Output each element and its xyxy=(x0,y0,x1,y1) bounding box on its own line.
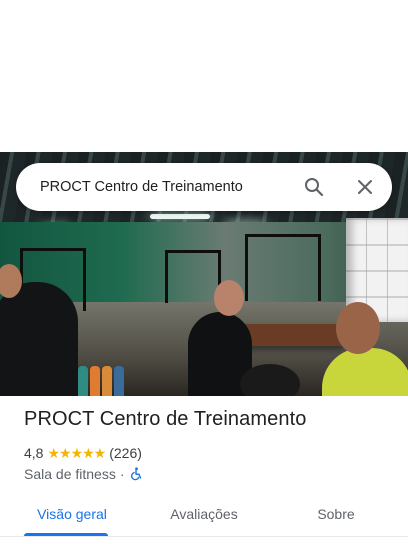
photo-person-head xyxy=(214,280,244,316)
search-bar[interactable]: PROCT Centro de Treinamento xyxy=(16,163,392,211)
search-icon[interactable] xyxy=(302,175,326,199)
category-row: Sala de fitness · xyxy=(24,465,143,483)
separator-dot: · xyxy=(119,466,125,482)
photo-table xyxy=(240,324,344,346)
place-title: PROCT Centro de Treinamento xyxy=(24,408,307,430)
tabs-divider xyxy=(0,536,408,537)
close-icon[interactable] xyxy=(353,175,377,199)
review-count[interactable]: (226) xyxy=(109,445,142,461)
tab-visao-geral[interactable]: Visão geral xyxy=(24,496,120,536)
star-rating-icon: ★★★★★ xyxy=(47,444,106,461)
photo-gym-rack xyxy=(245,234,321,301)
rating-value: 4,8 xyxy=(24,445,44,461)
photo-person-head-foreground xyxy=(240,364,300,396)
photo-gym-rack xyxy=(165,250,221,303)
wheelchair-icon xyxy=(129,467,143,481)
place-category[interactable]: Sala de fitness xyxy=(24,466,116,482)
photo-person-head xyxy=(336,302,380,354)
rating-row[interactable]: 4,8 ★★★★★ (226) xyxy=(24,444,142,462)
photo-person-left xyxy=(0,282,78,396)
blank-header-area xyxy=(0,0,408,152)
tab-avaliacoes[interactable]: Avaliações xyxy=(156,496,252,536)
photo-exercise-mats xyxy=(78,366,138,396)
photo-ceiling-light xyxy=(150,214,210,219)
search-input[interactable]: PROCT Centro de Treinamento xyxy=(40,163,243,211)
tab-sobre[interactable]: Sobre xyxy=(296,496,376,536)
place-tabs: Visão geral Avaliações Sobre xyxy=(0,496,408,544)
